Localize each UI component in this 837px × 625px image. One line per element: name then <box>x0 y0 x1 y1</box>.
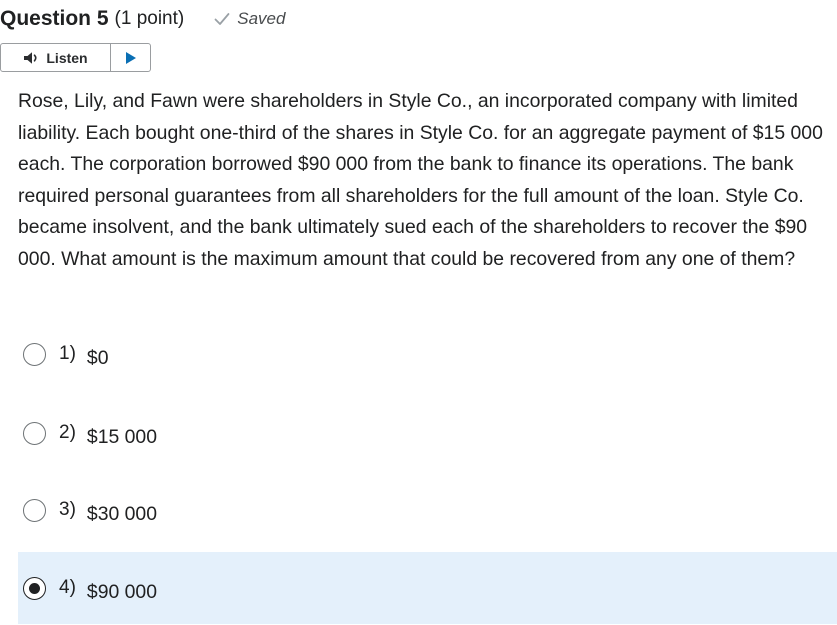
question-points: (1 point) <box>114 8 185 29</box>
listen-label: Listen <box>46 49 88 66</box>
option-label: $15 000 <box>86 425 157 448</box>
option-number: 3) <box>59 499 76 520</box>
play-icon <box>125 51 136 64</box>
saved-status: Saved <box>214 9 285 29</box>
radio-button-checked[interactable] <box>23 576 46 600</box>
option-2[interactable]: 2) $15 000 <box>18 397 837 469</box>
option-label: $0 <box>86 346 109 369</box>
option-3[interactable]: 3) $30 000 <box>18 474 837 546</box>
speaker-icon <box>24 51 37 64</box>
option-number: 1) <box>59 343 76 364</box>
option-1[interactable]: 1) $0 <box>18 318 837 390</box>
listen-toolbar: Listen <box>0 43 151 72</box>
question-text: Rose, Lily, and Fawn were shareholders i… <box>18 90 823 270</box>
saved-text: Saved <box>237 9 286 28</box>
listen-button[interactable]: Listen <box>1 44 111 71</box>
radio-button[interactable] <box>23 342 46 366</box>
option-label: $30 000 <box>86 502 157 525</box>
play-button[interactable] <box>111 44 150 71</box>
question-title: Question 5 <box>0 7 109 30</box>
radio-dot <box>29 582 40 594</box>
option-number: 4) <box>59 577 76 598</box>
check-icon <box>214 13 230 25</box>
option-4[interactable]: 4) $90 000 <box>18 552 837 624</box>
option-number: 2) <box>59 422 76 443</box>
radio-button[interactable] <box>23 421 46 445</box>
radio-button[interactable] <box>23 498 46 522</box>
question-header: Question 5 (1 point) Saved <box>0 4 285 34</box>
option-label: $90 000 <box>86 580 157 603</box>
